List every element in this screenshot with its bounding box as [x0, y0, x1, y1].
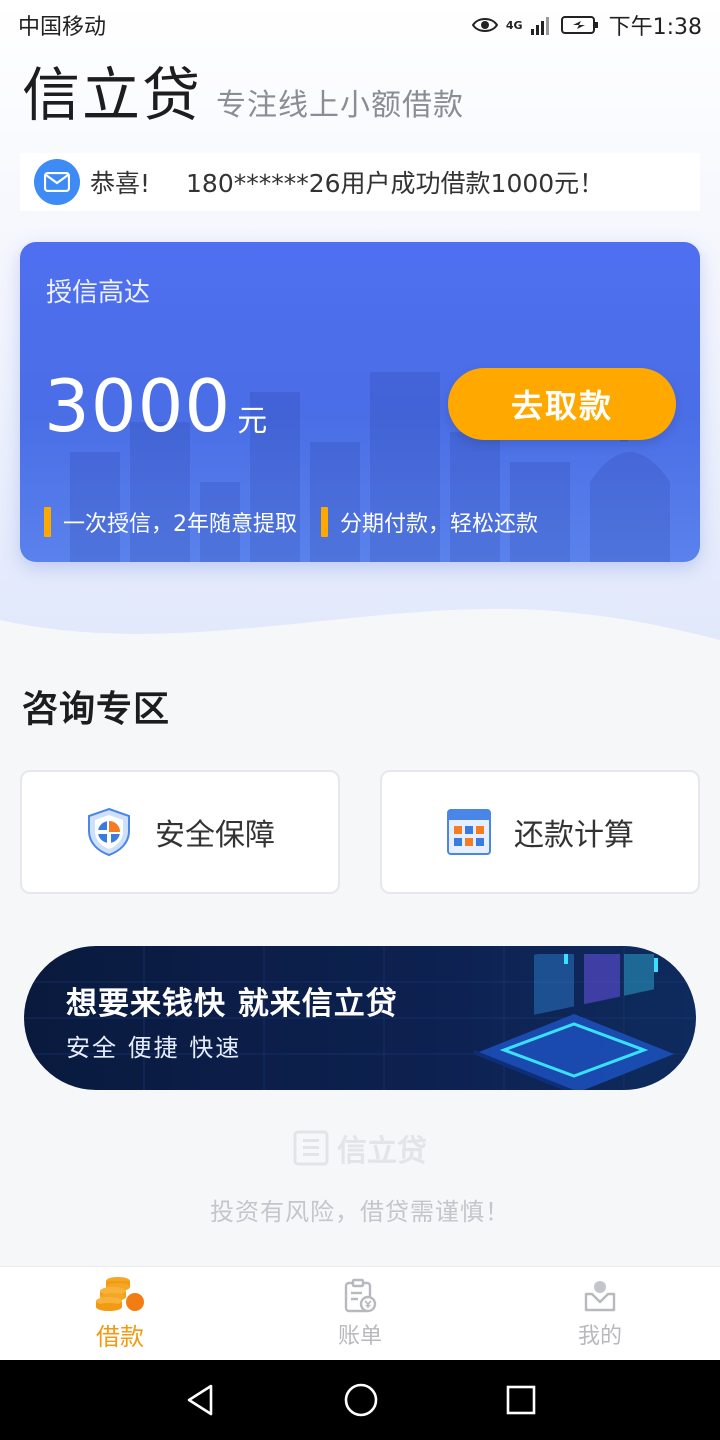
credit-amount-unit: 元 — [237, 404, 268, 439]
promo-banner[interactable]: 想要来钱快 就来信立贷 安全 便捷 快速 — [24, 946, 696, 1090]
app-slogan: 专注线上小额借款 — [216, 88, 465, 123]
back-icon[interactable] — [183, 1383, 217, 1417]
clock: 下午1:38 — [608, 15, 702, 40]
app-logo-icon — [293, 1130, 329, 1166]
credit-amount: 3000 元 — [44, 364, 267, 448]
eye-icon — [471, 18, 498, 32]
risk-disclaimer: 投资有风险，借贷需谨慎！ — [210, 1198, 510, 1226]
feature-marker — [44, 507, 51, 537]
banner-subtitle: 安全 便捷 快速 — [66, 1034, 242, 1062]
announcement-bar[interactable]: 恭喜! 180******26用户成功借款1000元！ — [20, 153, 700, 211]
recents-icon[interactable] — [505, 1384, 537, 1416]
tab-loan-label: 借款 — [96, 1323, 144, 1351]
feature-item: 一次授信，2年随意提取 — [44, 506, 297, 538]
tab-profile[interactable]: 我的 — [480, 1267, 720, 1360]
repayment-calculator-tile[interactable]: 还款计算 — [380, 770, 700, 894]
tab-bills-label: 账单 — [337, 1323, 382, 1349]
feature-text: 分期付款，轻松还款 — [340, 512, 539, 537]
app-title: 信立贷 — [22, 61, 203, 129]
bottom-tab-bar: 借款 账单 我的 — [0, 1266, 720, 1360]
network-type: 4G — [505, 18, 523, 32]
feature-marker — [321, 507, 328, 537]
credit-limit-card: 授信高达 3000 元 去取款 一次授信，2年随意提取 分期付款，轻松还款 — [20, 242, 700, 562]
announcement-text: 180******26用户成功借款1000元！ — [186, 169, 605, 198]
wave-divider — [0, 608, 720, 680]
tab-bills[interactable]: 账单 — [240, 1267, 480, 1360]
tech-cube-illustration — [474, 954, 674, 1090]
feature-item: 分期付款，轻松还款 — [321, 506, 538, 538]
footer-logo: 信立贷 — [0, 1126, 720, 1170]
banner-title: 想要来钱快 就来信立贷 — [66, 986, 398, 1022]
security-tile[interactable]: 安全保障 — [20, 770, 340, 894]
tab-loan[interactable]: 借款 — [0, 1267, 240, 1360]
coins-icon — [96, 1277, 144, 1311]
home-icon[interactable] — [343, 1382, 379, 1418]
security-tile-label: 安全保障 — [155, 818, 275, 853]
section-title: 咨询专区 — [22, 689, 171, 730]
status-bar: 中国移动 4G 下午1:38 — [0, 0, 720, 50]
feature-text: 一次授信，2年随意提取 — [63, 512, 297, 537]
system-navigation-bar — [0, 1360, 720, 1440]
calculator-tile-label: 还款计算 — [514, 818, 634, 853]
app-header: 信立贷 专注线上小额借款 — [22, 48, 464, 132]
battery-icon — [560, 16, 598, 34]
credit-label: 授信高达 — [46, 278, 151, 308]
credit-amount-value: 3000 — [44, 364, 232, 448]
tab-profile-label: 我的 — [577, 1323, 622, 1349]
mail-icon — [34, 159, 80, 205]
calculator-icon — [447, 809, 491, 855]
withdraw-button[interactable]: 去取款 — [448, 368, 676, 440]
bill-icon — [344, 1278, 377, 1312]
carrier-label: 中国移动 — [18, 15, 107, 40]
footer-brand-name: 信立贷 — [337, 1134, 427, 1169]
feature-list: 一次授信，2年随意提取 分期付款，轻松还款 — [44, 506, 538, 538]
profile-icon — [584, 1280, 616, 1311]
signal-icon — [530, 17, 549, 35]
shield-icon — [88, 807, 130, 857]
announcement-title: 恭喜! — [90, 169, 151, 198]
